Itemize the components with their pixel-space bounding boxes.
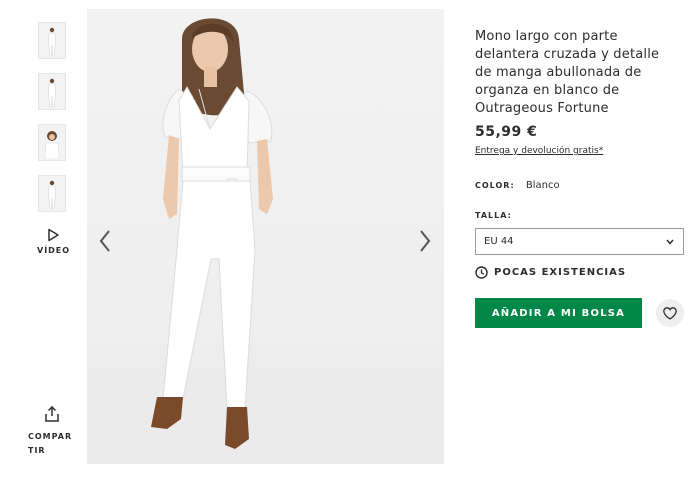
thumbnail-2[interactable] bbox=[38, 73, 66, 110]
play-icon bbox=[48, 228, 59, 242]
size-label: TALLA: bbox=[475, 211, 512, 220]
previous-image-button[interactable] bbox=[96, 228, 114, 254]
shipping-link[interactable]: Entrega y devolución gratis* bbox=[475, 146, 603, 156]
thumbnail-list bbox=[38, 22, 68, 226]
save-to-wishlist-button[interactable] bbox=[656, 299, 684, 327]
stock-text: POCAS EXISTENCIAS bbox=[494, 267, 627, 278]
thumbnail-3[interactable] bbox=[38, 124, 66, 161]
video-button[interactable]: VÍDEO bbox=[37, 228, 69, 255]
size-select-value: EU 44 bbox=[484, 236, 514, 247]
heart-icon bbox=[663, 306, 677, 320]
add-to-bag-button[interactable]: AÑADIR A MI BOLSA bbox=[475, 298, 642, 328]
color-label: COLOR: bbox=[475, 181, 515, 190]
color-row: COLOR: Blanco bbox=[475, 180, 560, 191]
chevron-left-icon bbox=[99, 230, 110, 252]
model-illustration bbox=[87, 18, 444, 464]
share-button[interactable]: COMPARTIR bbox=[28, 406, 76, 458]
share-label: COMPARTIR bbox=[28, 432, 73, 455]
size-select[interactable]: EU 44 bbox=[475, 228, 684, 255]
clock-icon bbox=[475, 266, 488, 279]
product-title: Mono largo con parte delantera cruzada y… bbox=[475, 29, 660, 116]
stock-status: POCAS EXISTENCIAS bbox=[475, 266, 626, 279]
share-icon bbox=[45, 406, 59, 422]
product-image bbox=[87, 9, 444, 464]
thumbnail-1[interactable] bbox=[38, 22, 66, 59]
product-price: 55,99 € bbox=[475, 124, 538, 140]
color-value: Blanco bbox=[525, 180, 560, 191]
video-label: VÍDEO bbox=[37, 246, 71, 255]
chevron-down-icon bbox=[666, 239, 674, 245]
chevron-right-icon bbox=[420, 230, 431, 252]
thumbnail-4[interactable] bbox=[38, 175, 66, 212]
next-image-button[interactable] bbox=[416, 228, 434, 254]
